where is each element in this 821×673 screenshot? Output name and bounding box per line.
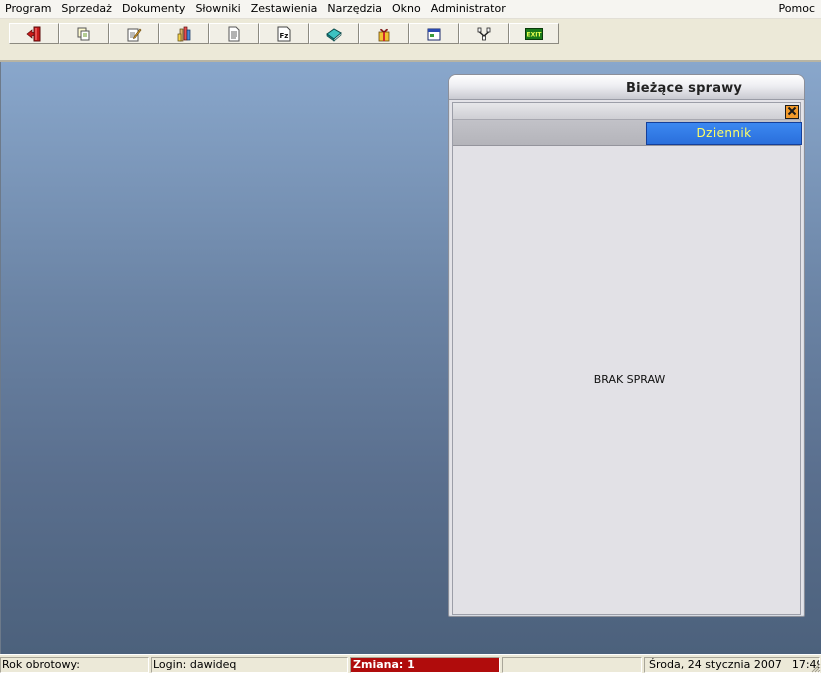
exit-sign-label: EXIT: [526, 31, 542, 38]
document-button[interactable]: [209, 23, 259, 44]
empty-cases-message: BRAK SPRAW: [593, 373, 666, 386]
gift-icon: [376, 26, 392, 42]
current-cases-panel: Bieżące sprawy Dziennik BRAK SPRAW: [448, 74, 805, 617]
fz-invoice-icon: Fz: [276, 26, 292, 42]
menu-zestawienia[interactable]: Zestawienia: [246, 0, 323, 18]
tools-icon: [176, 26, 192, 42]
menu-narzedzia[interactable]: Narzędzia: [322, 0, 387, 18]
network-button[interactable]: [459, 23, 509, 44]
document-icon: [226, 26, 242, 42]
close-button[interactable]: [785, 105, 799, 119]
copy-pages-icon: [76, 26, 92, 42]
copy-pages-button[interactable]: [59, 23, 109, 44]
status-fiscal-year: Rok obrotowy:: [0, 657, 149, 673]
book-icon: [326, 26, 342, 42]
exit-sign-button[interactable]: EXIT: [509, 23, 559, 44]
toolbar: Fz EXIT: [0, 19, 821, 62]
menu-sprzedaz[interactable]: Sprzedaż: [56, 0, 117, 18]
toolbar-buttons: Fz EXIT: [9, 23, 559, 44]
fz-invoice-button[interactable]: Fz: [259, 23, 309, 44]
menu-dokumenty[interactable]: Dokumenty: [117, 0, 190, 18]
edit-notepad-button[interactable]: [109, 23, 159, 44]
status-bar: Rok obrotowy: Login: dawideq Zmiana: 1 Ś…: [0, 654, 821, 673]
network-icon: [476, 26, 492, 42]
status-datetime: Środa, 24 stycznia 200717:49:: [644, 657, 820, 673]
tab-dziennik[interactable]: Dziennik: [646, 122, 802, 145]
menu-slowniki[interactable]: Słowniki: [190, 0, 245, 18]
panel-tab-strip: Dziennik: [453, 120, 802, 146]
panel-title-bar[interactable]: Bieżące sprawy: [449, 75, 804, 100]
panel-inner-header: [453, 103, 800, 120]
exit-door-button[interactable]: [9, 23, 59, 44]
window-button[interactable]: [409, 23, 459, 44]
book-button[interactable]: [309, 23, 359, 44]
exit-sign-icon: EXIT: [525, 27, 543, 40]
status-shift: Zmiana: 1: [350, 657, 500, 673]
svg-text:Fz: Fz: [280, 32, 289, 40]
menu-okno[interactable]: Okno: [387, 0, 426, 18]
menu-bar: Program Sprzedaż Dokumenty Słowniki Zest…: [0, 0, 821, 19]
status-login: Login: dawideq: [151, 657, 348, 673]
close-icon: [787, 106, 797, 119]
status-empty-cell: [502, 657, 642, 673]
gift-button[interactable]: [359, 23, 409, 44]
menu-program[interactable]: Program: [0, 0, 56, 18]
panel-title: Bieżące sprawy: [626, 81, 743, 96]
edit-notepad-icon: [126, 26, 142, 42]
window-icon: [426, 26, 442, 42]
menu-pomoc[interactable]: Pomoc: [774, 0, 821, 18]
panel-content: Dziennik BRAK SPRAW: [452, 102, 802, 615]
resize-grip-icon[interactable]: [809, 661, 821, 673]
status-date: Środa, 24 stycznia 2007: [649, 658, 782, 671]
tools-button[interactable]: [159, 23, 209, 44]
menu-administrator[interactable]: Administrator: [426, 0, 511, 18]
exit-door-icon: [26, 26, 42, 42]
